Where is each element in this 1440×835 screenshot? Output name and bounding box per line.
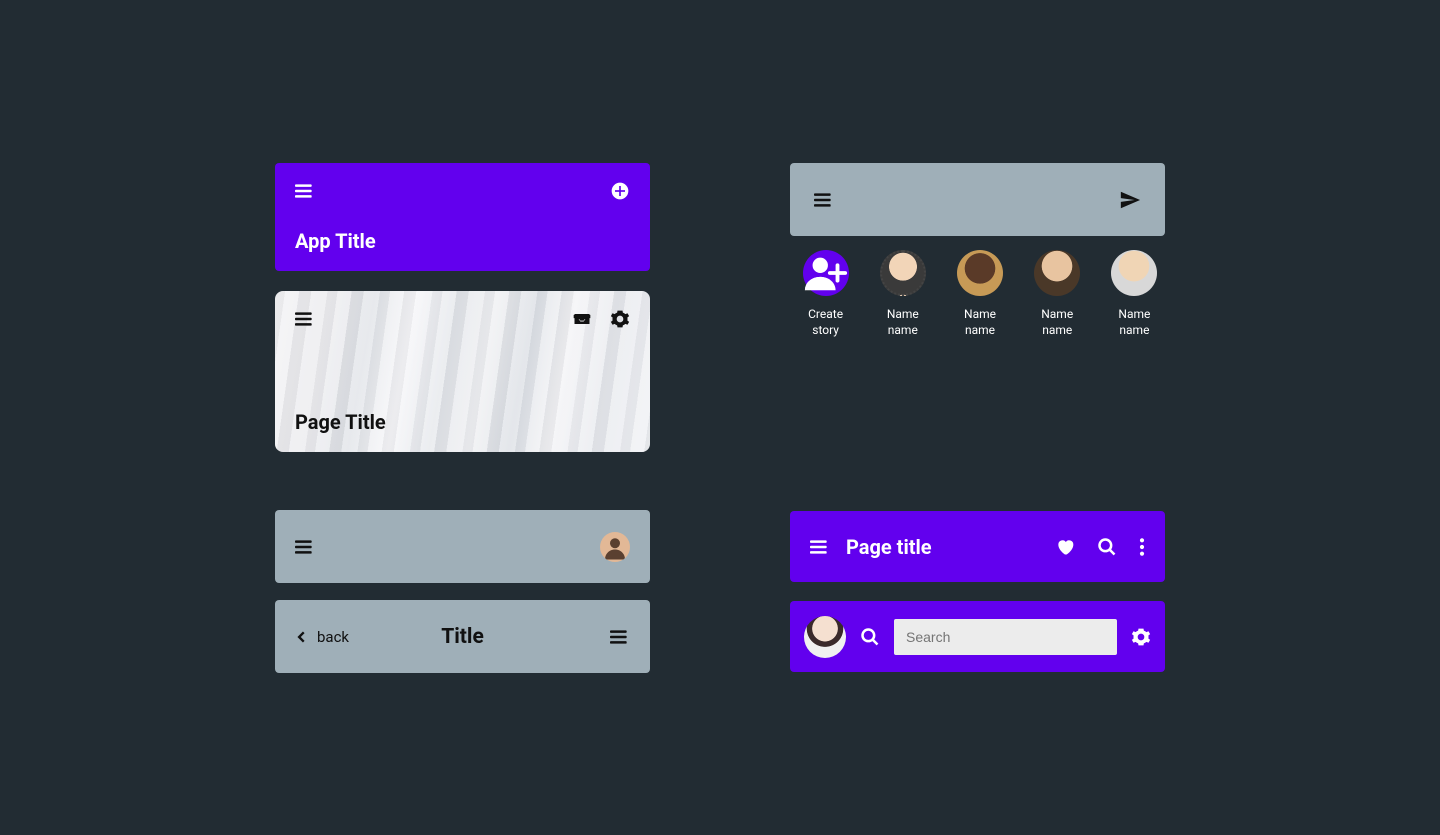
search-icon[interactable] (860, 627, 880, 647)
avatar (1111, 250, 1157, 296)
avatar[interactable] (804, 616, 846, 658)
gear-icon[interactable] (610, 309, 630, 329)
title: Title (441, 625, 484, 649)
story-item[interactable]: Name name (1109, 250, 1160, 338)
story-label-1: Name (1118, 306, 1150, 322)
avatar (880, 250, 926, 296)
story-label-1: Name (887, 306, 919, 322)
app-title: App Title (295, 229, 630, 253)
gear-icon[interactable] (1131, 627, 1151, 647)
hamburger-icon[interactable] (295, 309, 315, 329)
stories-row: Create story Name name Name name Name na… (800, 250, 1160, 338)
search-icon[interactable] (1097, 537, 1117, 557)
toolbar-avatar (275, 510, 650, 583)
app-title-bar: App Title (275, 163, 650, 271)
avatar[interactable] (600, 532, 630, 562)
hamburger-icon[interactable] (810, 537, 830, 557)
create-story-button[interactable]: Create story (800, 250, 851, 338)
story-label-1: Name (964, 306, 996, 322)
toolbar-send (790, 163, 1165, 236)
add-circle-icon[interactable] (610, 181, 630, 201)
hamburger-icon[interactable] (814, 190, 834, 210)
story-item[interactable]: Name name (877, 250, 928, 338)
hamburger-icon[interactable] (295, 537, 315, 557)
back-label: back (317, 628, 349, 646)
story-label-2: name (1119, 322, 1149, 338)
story-label-2: name (965, 322, 995, 338)
page-title-header: Page Title (275, 291, 650, 452)
story-label-1: Name (1041, 306, 1073, 322)
story-item[interactable]: Name name (1032, 250, 1083, 338)
chevron-left-icon (295, 630, 309, 644)
avatar (1034, 250, 1080, 296)
story-label-2: name (888, 322, 918, 338)
heart-icon[interactable] (1055, 537, 1075, 557)
search-bar (790, 601, 1165, 672)
page-title-actions-bar: Page title (790, 511, 1165, 582)
toolbar-back-title: back Title (275, 600, 650, 673)
search-input[interactable] (894, 619, 1117, 655)
story-item[interactable]: Name name (954, 250, 1005, 338)
avatar (957, 250, 1003, 296)
create-story-label-1: Create (808, 306, 843, 322)
inbox-icon[interactable] (572, 309, 592, 329)
page-title: Page Title (295, 410, 630, 434)
hamburger-icon[interactable] (295, 181, 315, 201)
hamburger-icon[interactable] (610, 627, 630, 647)
story-label-2: name (1042, 322, 1072, 338)
page-title: Page title (846, 535, 932, 559)
paper-plane-icon[interactable] (1119, 189, 1141, 211)
back-button[interactable]: back (295, 628, 349, 646)
create-story-label-2: story (812, 322, 839, 338)
more-vert-icon[interactable] (1139, 537, 1145, 557)
